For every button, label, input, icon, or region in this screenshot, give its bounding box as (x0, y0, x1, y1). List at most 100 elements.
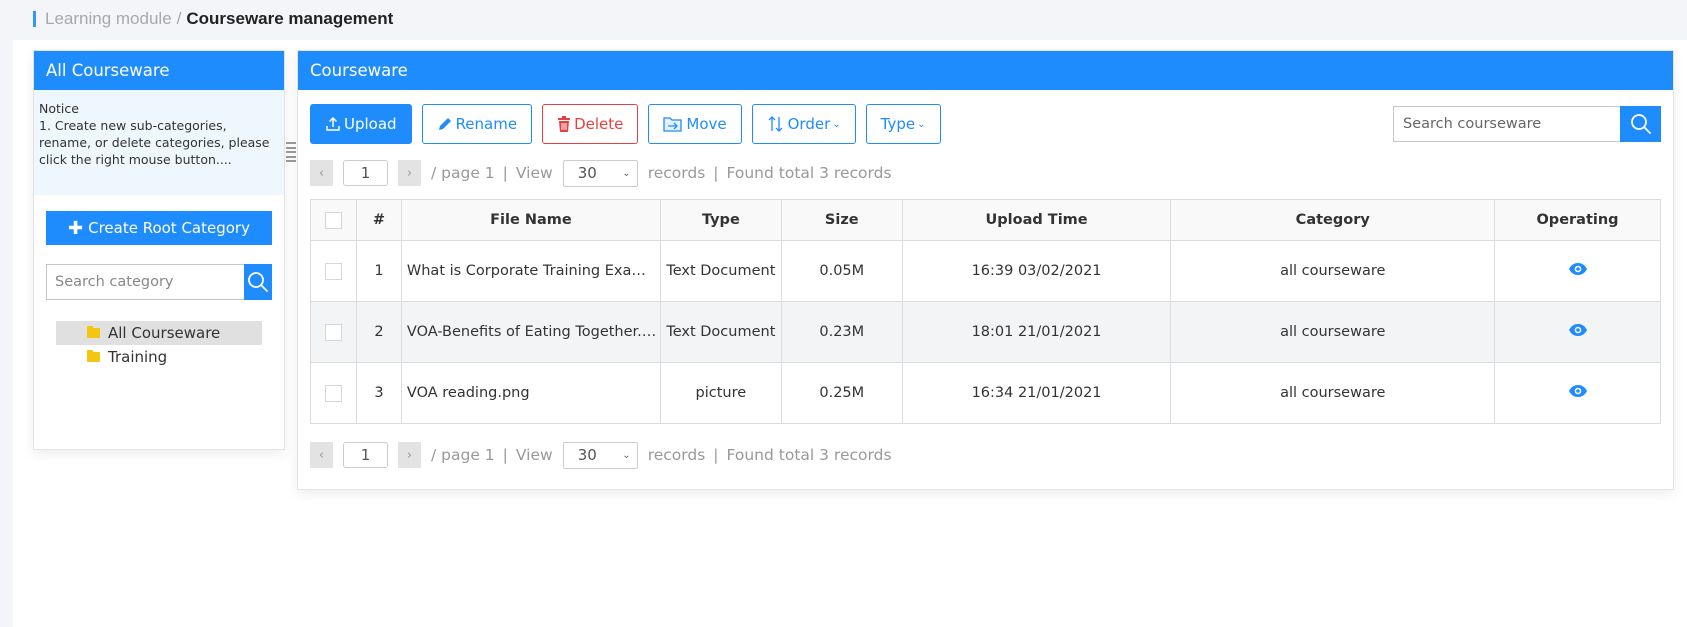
file-type: picture (659, 362, 782, 424)
chevron-down-icon: ⌄ (917, 118, 926, 130)
toolbar: Upload Rename Delete Move Order ⌄ Type ⌄ (310, 104, 941, 144)
breadcrumb-separator: / (176, 9, 182, 28)
order-label: Order (787, 115, 831, 133)
records-label: records (647, 446, 706, 464)
select-all-cell (310, 199, 357, 241)
pager-divider: | (713, 446, 719, 464)
notice-box: Notice 1. Create new sub-categories, ren… (34, 90, 284, 195)
pencil-icon (438, 118, 451, 130)
folder-icon (87, 326, 100, 338)
panel-resize-handle[interactable] (286, 142, 296, 162)
chevron-down-icon: ⌄ (832, 118, 841, 130)
category-tree: All Courseware Training (56, 321, 262, 369)
category-search (46, 264, 272, 300)
search-icon (248, 272, 268, 292)
row-checkbox[interactable] (324, 323, 342, 341)
eye-icon[interactable] (1568, 262, 1588, 276)
file-category: all courseware (1170, 301, 1496, 363)
order-button[interactable]: Order ⌄ (751, 104, 856, 144)
delete-button[interactable]: Delete (542, 104, 639, 144)
column-header-size[interactable]: Size (780, 199, 903, 241)
folder-move-icon (663, 117, 683, 132)
create-root-category-label: Create Root Category (88, 219, 250, 237)
file-category: all courseware (1170, 240, 1496, 302)
courseware-panel: Courseware Upload Rename Delete Move Ord… (297, 50, 1674, 490)
courseware-panel-title: Courseware (298, 51, 1673, 90)
upload-time: 18:01 21/01/2021 (901, 301, 1172, 363)
plus-icon: ✚ (68, 217, 84, 239)
courseware-search-input[interactable] (1393, 106, 1620, 142)
row-number: 3 (355, 362, 402, 424)
next-page-button[interactable]: › (398, 160, 421, 186)
table-row[interactable]: 1 What is Corporate Training Examin... T… (310, 240, 1661, 302)
pagination-bottom: ‹ › / page 1 | View 30 ⌄ records | Found… (310, 441, 892, 469)
notice-text: 1. Create new sub-categories, rename, or… (39, 118, 270, 167)
breadcrumb-parent[interactable]: Learning module (45, 9, 172, 29)
select-all-checkbox[interactable] (324, 211, 342, 229)
row-number: 2 (355, 301, 402, 363)
pagination-top: ‹ › / page 1 | View 30 ⌄ records | Found… (310, 159, 892, 187)
column-header-operating: Operating (1494, 199, 1661, 241)
move-button[interactable]: Move (648, 104, 742, 144)
tree-item-label: All Courseware (108, 324, 221, 342)
file-size: 0.25M (780, 362, 903, 424)
search-icon (1630, 114, 1651, 134)
table-row[interactable]: 2 VOA-Benefits of Eating Together.pdf Te… (310, 301, 1661, 363)
column-header-file-name[interactable]: File Name (400, 199, 661, 241)
row-checkbox[interactable] (324, 384, 342, 402)
per-page-value: 30 (577, 164, 597, 182)
tree-item-label: Training (108, 348, 168, 366)
per-page-select[interactable]: 30 ⌄ (562, 441, 638, 469)
prev-page-button[interactable]: ‹ (310, 160, 333, 186)
tree-item-training[interactable]: Training (56, 345, 262, 369)
file-name: What is Corporate Training Examin... (400, 240, 661, 302)
breadcrumb-accent-bar (33, 11, 36, 27)
pager-divider: | (502, 164, 508, 182)
create-root-category-button[interactable]: ✚ Create Root Category (46, 211, 272, 245)
category-panel: All Courseware Notice 1. Create new sub-… (33, 50, 285, 450)
page-number-input[interactable] (343, 442, 388, 468)
page-total-text: / page 1 (431, 446, 495, 464)
courseware-search-button[interactable] (1620, 106, 1661, 142)
type-label: Type (880, 115, 916, 133)
column-header-category[interactable]: Category (1170, 199, 1496, 241)
category-search-button[interactable] (244, 264, 272, 300)
tree-item-all-courseware[interactable]: All Courseware (56, 321, 262, 345)
column-header-number: # (355, 199, 402, 241)
per-page-select[interactable]: 30 ⌄ (562, 159, 638, 187)
table-header-row: # File Name Type Size Upload Time Catego… (310, 199, 1661, 241)
file-name: VOA-Benefits of Eating Together.pdf (400, 301, 661, 363)
next-page-button[interactable]: › (398, 442, 421, 468)
prev-page-button[interactable]: ‹ (310, 442, 333, 468)
courseware-search (1393, 106, 1661, 142)
row-checkbox[interactable] (324, 262, 342, 280)
eye-icon[interactable] (1568, 323, 1588, 337)
view-label: View (515, 446, 553, 464)
file-name: VOA reading.png (400, 362, 661, 424)
column-header-type[interactable]: Type (659, 199, 782, 241)
rename-button[interactable]: Rename (421, 104, 533, 144)
breadcrumb: Learning module / Courseware management (33, 9, 393, 29)
table-row[interactable]: 3 VOA reading.png picture 0.25M 16:34 21… (310, 362, 1661, 424)
upload-button[interactable]: Upload (310, 104, 412, 144)
type-button[interactable]: Type ⌄ (865, 104, 941, 144)
rename-label: Rename (455, 115, 518, 133)
notice-title: Notice (39, 101, 79, 116)
pager-divider: | (713, 164, 719, 182)
chevron-down-icon: ⌄ (622, 449, 631, 461)
sort-icon (768, 116, 783, 132)
page-number-input[interactable] (343, 160, 388, 186)
file-type: Text Document (659, 301, 782, 363)
category-search-input[interactable] (46, 264, 244, 300)
eye-icon[interactable] (1568, 384, 1588, 398)
upload-label: Upload (344, 115, 397, 133)
row-number: 1 (355, 240, 402, 302)
pager-divider: | (502, 446, 508, 464)
found-total-text: Found total 3 records (726, 164, 892, 182)
file-type: Text Document (659, 240, 782, 302)
upload-icon (326, 116, 340, 131)
trash-icon (558, 116, 571, 132)
page-total-text: / page 1 (431, 164, 495, 182)
column-header-upload-time[interactable]: Upload Time (901, 199, 1172, 241)
upload-time: 16:34 21/01/2021 (901, 362, 1172, 424)
